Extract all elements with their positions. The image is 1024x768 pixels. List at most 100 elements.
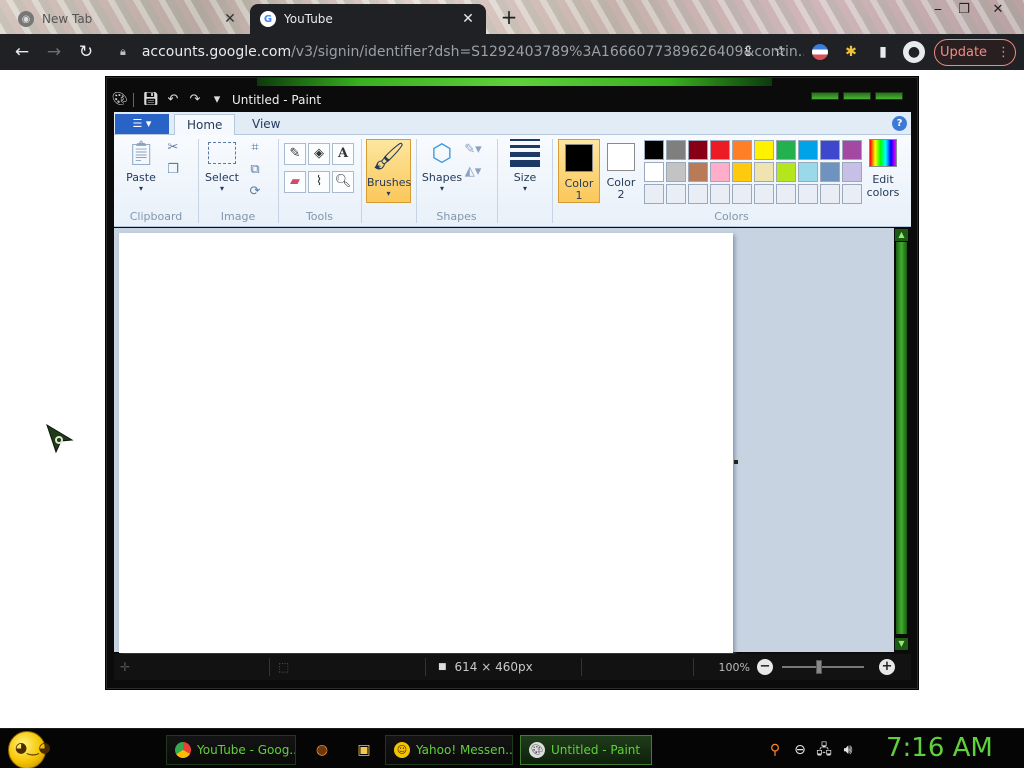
fill-bucket-icon[interactable]: ◈: [308, 143, 330, 165]
palette-swatch[interactable]: [820, 140, 840, 160]
tray-minus-icon[interactable]: ⊖: [791, 741, 809, 759]
copy-icon[interactable]: ❐: [164, 161, 182, 179]
fill-icon[interactable]: ◭▾: [464, 163, 482, 181]
edit-colors-button[interactable]: Edit colors: [864, 139, 902, 199]
palette-swatch[interactable]: [776, 184, 796, 204]
palette-swatch[interactable]: [688, 162, 708, 182]
maximize-button[interactable]: [843, 92, 871, 100]
scrollbar-thumb[interactable]: [896, 242, 907, 634]
share-icon[interactable]: ⇪: [737, 41, 759, 63]
new-tab-button[interactable]: +: [498, 6, 520, 28]
pencil-icon[interactable]: ✎: [284, 143, 306, 165]
palette-swatch[interactable]: [754, 184, 774, 204]
vertical-scrollbar[interactable]: ▲ ▼: [894, 228, 909, 652]
palette-swatch[interactable]: [688, 140, 708, 160]
palette-swatch[interactable]: [644, 140, 664, 160]
palette-swatch[interactable]: [666, 184, 686, 204]
search-icon[interactable]: ⚲: [766, 741, 784, 759]
palette-swatch[interactable]: [798, 184, 818, 204]
tab-new-tab[interactable]: ◉ New Tab ✕: [8, 4, 248, 34]
resize-icon[interactable]: ⧉: [246, 161, 264, 179]
side-panel-icon[interactable]: ▮: [872, 41, 894, 63]
shapes-button[interactable]: ⬡ Shapes ▾: [420, 137, 464, 193]
color-2-button[interactable]: Color 2: [600, 139, 642, 203]
palette-swatch[interactable]: [644, 184, 664, 204]
scroll-up-icon[interactable]: ▲: [895, 229, 908, 241]
palette-swatch[interactable]: [710, 140, 730, 160]
start-button[interactable]: ◕‿◕: [8, 731, 51, 768]
tab-youtube[interactable]: G YouTube ✕: [250, 4, 486, 34]
close-icon[interactable]: ✕: [222, 11, 238, 27]
help-icon[interactable]: ?: [892, 116, 907, 131]
extensions-puzzle-icon[interactable]: ✱: [840, 41, 862, 63]
palette-swatch[interactable]: [842, 184, 862, 204]
eraser-icon[interactable]: ▰: [284, 171, 306, 193]
paste-button[interactable]: 📋︎ Paste ▾: [122, 137, 160, 193]
network-icon[interactable]: 🖧︎: [815, 741, 833, 759]
palette-swatch[interactable]: [732, 140, 752, 160]
bookmark-star-icon[interactable]: ☆: [769, 41, 791, 63]
palette-swatch[interactable]: [776, 162, 796, 182]
select-button[interactable]: Select ▾: [202, 137, 242, 193]
palette-swatch[interactable]: [666, 140, 686, 160]
text-tool-icon[interactable]: A: [332, 143, 354, 165]
profile-avatar-icon[interactable]: ●: [903, 41, 925, 63]
palette-swatch[interactable]: [820, 162, 840, 182]
update-button[interactable]: Update ⋮: [934, 39, 1016, 66]
extension-flag-icon[interactable]: [812, 44, 828, 60]
palette-swatch[interactable]: [754, 162, 774, 182]
taskbar-item-paint[interactable]: 🎨︎ Untitled - Paint: [520, 735, 652, 765]
restore-button[interactable]: ❐: [952, 2, 976, 17]
cut-icon[interactable]: ✂: [164, 139, 182, 157]
customize-toolbar-icon[interactable]: ▾: [208, 91, 226, 109]
palette-swatch[interactable]: [666, 162, 686, 182]
palette-swatch[interactable]: [842, 140, 862, 160]
palette-swatch[interactable]: [644, 162, 664, 182]
address-bar[interactable]: 🔒︎ accounts.google.com /v3/signin/identi…: [108, 37, 804, 67]
palette-swatch[interactable]: [798, 162, 818, 182]
tab-home[interactable]: Home: [174, 114, 236, 136]
magnifier-icon[interactable]: 🔍︎: [332, 171, 354, 193]
palette-swatch[interactable]: [754, 140, 774, 160]
minimize-button[interactable]: ⎯: [926, 2, 950, 17]
palette-swatch[interactable]: [776, 140, 796, 160]
palette-swatch[interactable]: [732, 162, 752, 182]
zoom-out-icon[interactable]: −: [757, 659, 773, 675]
outline-icon[interactable]: ✎▾: [464, 141, 482, 159]
forward-arrow-icon[interactable]: →: [42, 40, 66, 64]
redo-icon[interactable]: ↷: [186, 91, 204, 109]
file-menu-button[interactable]: ☰ ▾: [115, 114, 169, 134]
palette-swatch[interactable]: [710, 162, 730, 182]
palette-swatch[interactable]: [732, 184, 752, 204]
folder-icon[interactable]: ▣: [355, 741, 373, 759]
color-1-button[interactable]: Color 1: [558, 139, 600, 203]
undo-icon[interactable]: ↶: [164, 91, 182, 109]
drawing-canvas[interactable]: [119, 233, 733, 653]
palette-swatch[interactable]: [820, 184, 840, 204]
zoom-slider-knob[interactable]: [816, 660, 822, 674]
size-button[interactable]: Size ▾: [504, 137, 546, 193]
close-icon[interactable]: ✕: [460, 11, 476, 27]
taskbar-item-yahoo-messenger[interactable]: ☺ Yahoo! Messen...: [385, 735, 513, 765]
color-picker-icon[interactable]: ⌇: [308, 171, 330, 193]
palette-swatch[interactable]: [842, 162, 862, 182]
crop-icon[interactable]: ⌗: [246, 139, 264, 157]
rotate-icon[interactable]: ⟳: [246, 183, 264, 201]
minimize-button[interactable]: [811, 92, 839, 100]
canvas-resize-handle[interactable]: [734, 460, 738, 464]
paint-app-icon[interactable]: 🎨︎: [111, 91, 129, 109]
reload-icon[interactable]: ↻: [74, 40, 98, 64]
back-arrow-icon[interactable]: ←: [10, 40, 34, 64]
tab-view[interactable]: View: [240, 114, 292, 136]
zoom-in-icon[interactable]: +: [879, 659, 895, 675]
scroll-down-icon[interactable]: ▼: [895, 638, 908, 650]
close-button[interactable]: [875, 92, 903, 100]
zoom-slider-track[interactable]: [782, 666, 864, 668]
save-icon[interactable]: 💾︎: [142, 91, 160, 109]
firefox-icon[interactable]: ◍: [313, 741, 331, 759]
volume-icon[interactable]: 🔊︎: [839, 741, 857, 759]
palette-swatch[interactable]: [688, 184, 708, 204]
taskbar-item-youtube[interactable]: YouTube - Goog...: [166, 735, 296, 765]
palette-swatch[interactable]: [710, 184, 730, 204]
brushes-button[interactable]: 🖌︎ Brushes ▾: [366, 139, 411, 203]
